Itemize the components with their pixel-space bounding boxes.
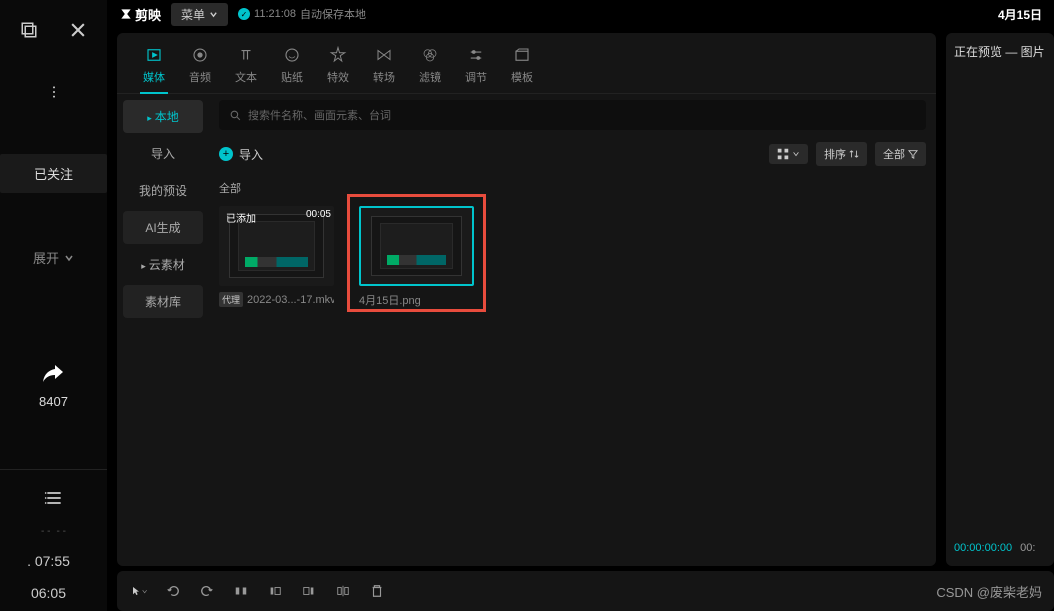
trim-right-icon[interactable] (301, 583, 317, 599)
proxy-badge: 代理 (219, 292, 243, 307)
filter-icon (420, 45, 440, 65)
slice-icon[interactable] (335, 583, 351, 599)
share-icon[interactable] (41, 362, 65, 386)
media-item-1[interactable]: 4月15日.png (359, 206, 474, 308)
more-menu-icon[interactable] (42, 80, 66, 104)
time-item-0[interactable]: . 07:55 (27, 553, 70, 569)
followed-badge[interactable]: 已关注 (0, 154, 107, 193)
audio-icon (190, 45, 210, 65)
import-button[interactable]: + 导入 (219, 146, 263, 163)
template-icon (512, 45, 532, 65)
share-count: 8407 (39, 394, 68, 409)
editor-panel: 媒体 音频 文本 贴纸 特效 (117, 33, 936, 566)
tab-text[interactable]: 文本 (223, 41, 269, 93)
redo-icon[interactable] (199, 583, 215, 599)
title-bar: 剪映 菜单 ✓ 11:21:08 自动保存本地 4月15日 (107, 0, 1054, 28)
top-tabs: 媒体 音频 文本 贴纸 特效 (117, 33, 936, 94)
text-icon (236, 45, 256, 65)
autosave-status: ✓ 11:21:08 自动保存本地 (238, 6, 366, 22)
windows-icon[interactable] (17, 18, 41, 42)
tab-effects[interactable]: 特效 (315, 41, 361, 93)
app-logo: 剪映 (119, 5, 161, 24)
adjust-icon (466, 45, 486, 65)
filter-all-button[interactable]: 全部 (875, 142, 926, 166)
sidenav-import[interactable]: 导入 (123, 137, 203, 170)
effects-icon (328, 45, 348, 65)
plus-icon: + (219, 147, 233, 161)
menu-dropdown[interactable]: 菜单 (171, 3, 228, 26)
time-item-1[interactable]: 06:05 (31, 585, 66, 601)
transition-icon (374, 45, 394, 65)
watermark: CSDN @废柴老妈 (936, 582, 1042, 601)
sidenav-cloud[interactable]: 云素材 (123, 248, 203, 281)
search-input[interactable]: 搜索件名称、画面元素、台词 (219, 100, 926, 130)
sidenav-presets[interactable]: 我的预设 (123, 174, 203, 207)
cursor-tool-icon[interactable] (131, 583, 147, 599)
preview-title: 正在预览 — 图片 (954, 43, 1046, 60)
undo-icon[interactable] (165, 583, 181, 599)
sidenav-library[interactable]: 素材库 (123, 285, 203, 318)
timeline-toolbar (117, 571, 1054, 611)
tab-audio[interactable]: 音频 (177, 41, 223, 93)
media-item-0[interactable]: 已添加 00:05 代理 2022-03...-17.mkv (219, 206, 334, 308)
trim-left-icon[interactable] (267, 583, 283, 599)
main-area: 剪映 菜单 ✓ 11:21:08 自动保存本地 4月15日 媒体 (107, 0, 1054, 611)
tab-adjust[interactable]: 调节 (453, 41, 499, 93)
section-all-label: 全部 (219, 180, 926, 196)
delete-icon[interactable] (369, 583, 385, 599)
tab-transition[interactable]: 转场 (361, 41, 407, 93)
sort-button[interactable]: 排序 (816, 142, 867, 166)
expand-toggle[interactable]: 展开 (33, 248, 74, 267)
sidenav-ai[interactable]: AI生成 (123, 211, 203, 244)
app-left-sidebar: 已关注 展开 8407 - -- - . 07:55 06:05 (0, 0, 107, 611)
current-time: 00:00:00:00 (954, 542, 1012, 554)
tab-template[interactable]: 模板 (499, 41, 545, 93)
split-icon[interactable] (233, 583, 249, 599)
close-icon[interactable] (66, 18, 90, 42)
search-icon (229, 109, 242, 122)
preview-panel: 正在预览 — 图片 00:00:00:00 00: (946, 33, 1054, 566)
tab-filter[interactable]: 滤镜 (407, 41, 453, 93)
added-tag: 已添加 (222, 209, 260, 226)
list-icon[interactable] (42, 486, 66, 510)
tab-sticker[interactable]: 贴纸 (269, 41, 315, 93)
sticker-icon (282, 45, 302, 65)
check-icon: ✓ (238, 8, 250, 20)
sidenav-local[interactable]: 本地 (123, 100, 203, 133)
view-grid-button[interactable] (769, 144, 808, 164)
media-icon (144, 45, 164, 65)
side-nav: 本地 导入 我的预设 AI生成 云素材 素材库 (117, 94, 209, 566)
project-date: 4月15日 (998, 6, 1042, 23)
media-duration: 00:05 (306, 209, 331, 220)
tab-media[interactable]: 媒体 (131, 41, 177, 93)
total-time: 00: (1020, 542, 1035, 554)
